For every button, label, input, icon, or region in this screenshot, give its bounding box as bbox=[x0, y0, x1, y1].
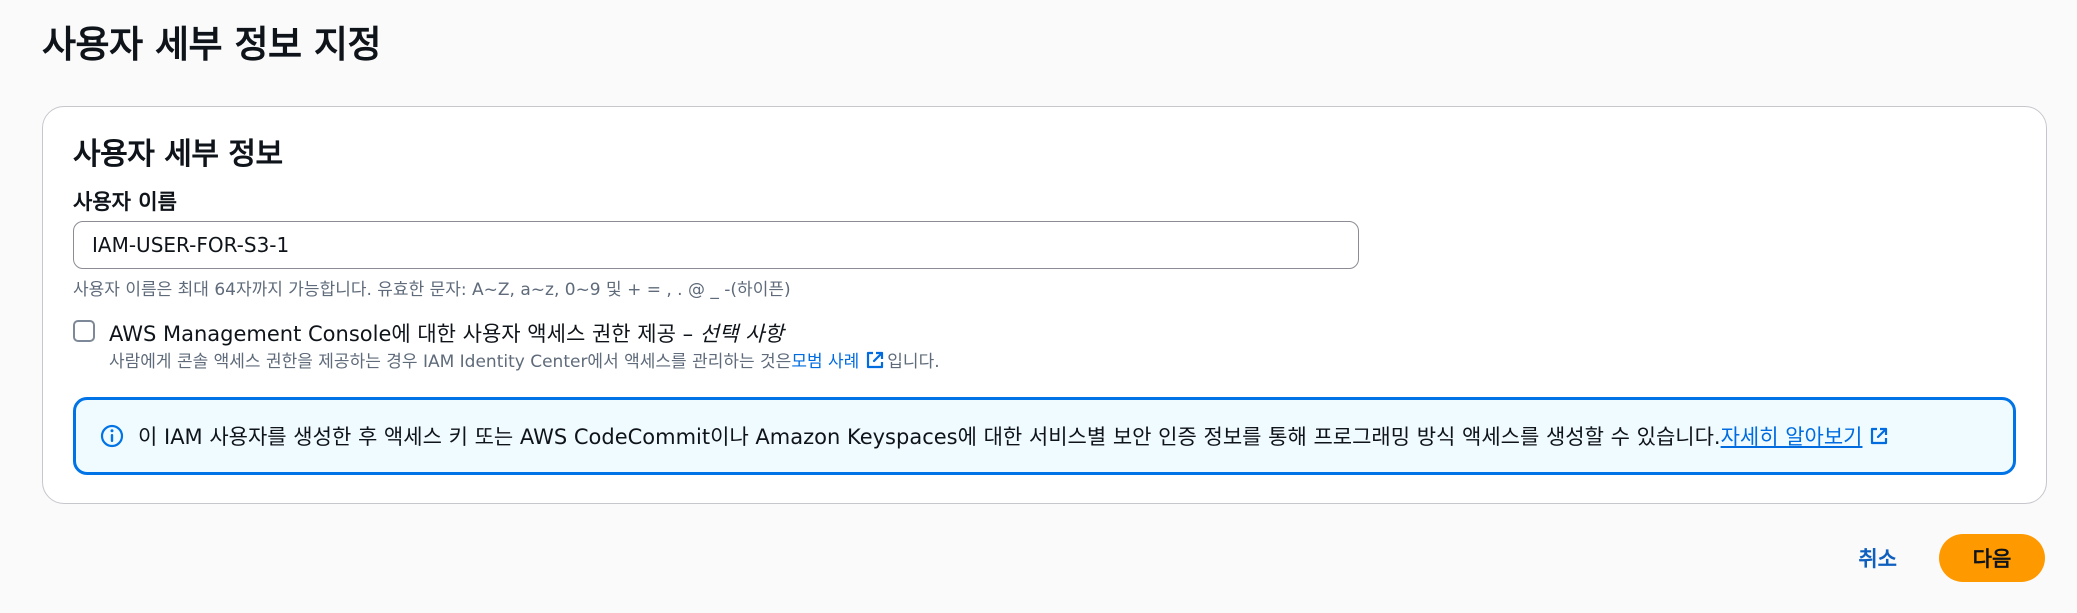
info-alert-text: 이 IAM 사용자를 생성한 후 액세스 키 또는 AWS CodeCommit… bbox=[138, 421, 1891, 451]
console-access-label-text: AWS Management Console에 대한 사용자 액세스 권한 제공… bbox=[109, 322, 700, 346]
console-access-desc-text: 사람에게 콘솔 액세스 권한을 제공하는 경우 IAM Identity Cen… bbox=[109, 352, 792, 372]
username-input[interactable] bbox=[73, 221, 1359, 269]
form-actions: 취소 다음 bbox=[1838, 534, 2045, 582]
info-icon bbox=[100, 424, 124, 448]
best-practice-link[interactable]: 모범 사례 bbox=[791, 347, 859, 372]
user-details-panel: 사용자 세부 정보 사용자 이름 사용자 이름은 최대 64자까지 가능합니다.… bbox=[42, 106, 2047, 504]
console-access-description: 사람에게 콘솔 액세스 권한을 제공하는 경우 IAM Identity Cen… bbox=[109, 347, 940, 372]
info-message: 이 IAM 사용자를 생성한 후 액세스 키 또는 AWS CodeCommit… bbox=[138, 425, 1721, 449]
username-hint: 사용자 이름은 최대 64자까지 가능합니다. 유효한 문자: A~Z, a~z… bbox=[73, 280, 791, 300]
cancel-button[interactable]: 취소 bbox=[1838, 543, 1917, 573]
console-access-desc-end: 입니다. bbox=[887, 352, 940, 372]
console-access-checkbox[interactable] bbox=[73, 320, 95, 342]
console-access-label[interactable]: AWS Management Console에 대한 사용자 액세스 권한 제공… bbox=[109, 318, 784, 348]
learn-more-link[interactable]: 자세히 알아보기 bbox=[1721, 421, 1863, 451]
username-label: 사용자 이름 bbox=[73, 190, 177, 214]
optional-tag: 선택 사항 bbox=[699, 322, 784, 346]
panel-title: 사용자 세부 정보 bbox=[73, 137, 283, 172]
page-title: 사용자 세부 정보 지정 bbox=[42, 23, 382, 66]
external-link-icon[interactable] bbox=[865, 350, 885, 370]
next-button[interactable]: 다음 bbox=[1939, 534, 2045, 582]
info-alert: 이 IAM 사용자를 생성한 후 액세스 키 또는 AWS CodeCommit… bbox=[73, 397, 2016, 475]
external-link-icon[interactable] bbox=[1869, 426, 1889, 446]
